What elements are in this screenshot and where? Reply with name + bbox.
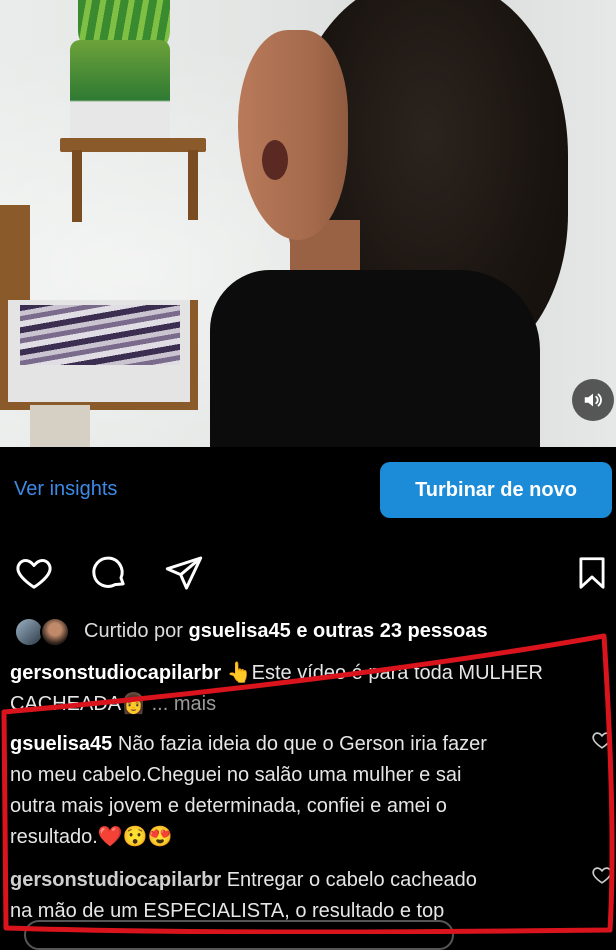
comment-text: resultado. <box>10 826 98 848</box>
caption-text: CACHEADA <box>10 693 122 715</box>
person-mouth <box>262 140 288 180</box>
liker-avatar[interactable] <box>40 617 70 647</box>
comment-like-icon[interactable] <box>591 729 613 751</box>
comment-text: Não fazia ideia do que o Gerson iria faz… <box>117 733 487 755</box>
comment: gersonstudiocapilarbr Entregar o cabelo … <box>10 865 585 927</box>
speaker-icon <box>584 393 602 407</box>
plant-pot <box>70 40 170 140</box>
shelf-bracket <box>72 150 82 222</box>
wooden-post <box>0 205 30 305</box>
boost-again-button[interactable]: Turbinar de novo <box>380 462 612 518</box>
tray-items <box>20 305 180 365</box>
comment-text: Entregar o cabelo cacheado <box>226 869 477 891</box>
comment-button[interactable] <box>87 551 131 595</box>
view-insights-link[interactable]: Ver insights <box>14 478 117 501</box>
comment-username[interactable]: gersonstudiocapilarbr <box>10 869 221 891</box>
comment-username[interactable]: gsuelisa45 <box>10 733 112 755</box>
shelf-bracket <box>188 150 198 220</box>
comment-text: outra mais jovem e determinada, confiei … <box>10 795 447 817</box>
tray-stand <box>30 405 90 447</box>
likes-summary[interactable]: Curtido por gsuelisa45 e outras 23 pesso… <box>84 620 488 643</box>
bookmark-icon <box>579 557 605 589</box>
person-body <box>210 270 540 447</box>
comment-input-bar[interactable] <box>24 920 454 950</box>
caption-username[interactable]: gersonstudiocapilarbr <box>10 662 221 684</box>
caption-more-link[interactable]: ... mais <box>152 693 216 715</box>
send-icon <box>165 556 203 590</box>
heart-icon <box>16 559 52 589</box>
like-button[interactable] <box>12 551 56 595</box>
caption-text: 👆Este vídeo é para toda MULHER <box>226 662 543 684</box>
liker-username[interactable]: gsuelisa45 <box>189 620 291 642</box>
sound-toggle-button[interactable] <box>572 379 614 421</box>
likes-prefix: Curtido por <box>84 620 183 642</box>
likes-others[interactable]: outras 23 pessoas <box>313 620 488 642</box>
save-button[interactable] <box>570 551 614 595</box>
post-video[interactable] <box>0 0 616 447</box>
comment-emojis: ❤️😯😍 <box>97 826 173 848</box>
post-caption: gersonstudiocapilarbr 👆Este vídeo é para… <box>10 658 610 720</box>
comment: gsuelisa45 Não fazia ideia do que o Gers… <box>10 729 585 853</box>
comment-text: no meu cabelo.Cheguei no salão uma mulhe… <box>10 764 462 786</box>
likes-connector: e <box>296 620 308 642</box>
comment-like-icon[interactable] <box>591 864 613 886</box>
share-button[interactable] <box>162 551 206 595</box>
comment-icon <box>92 556 125 588</box>
caption-emoji: 👩 <box>121 693 147 715</box>
